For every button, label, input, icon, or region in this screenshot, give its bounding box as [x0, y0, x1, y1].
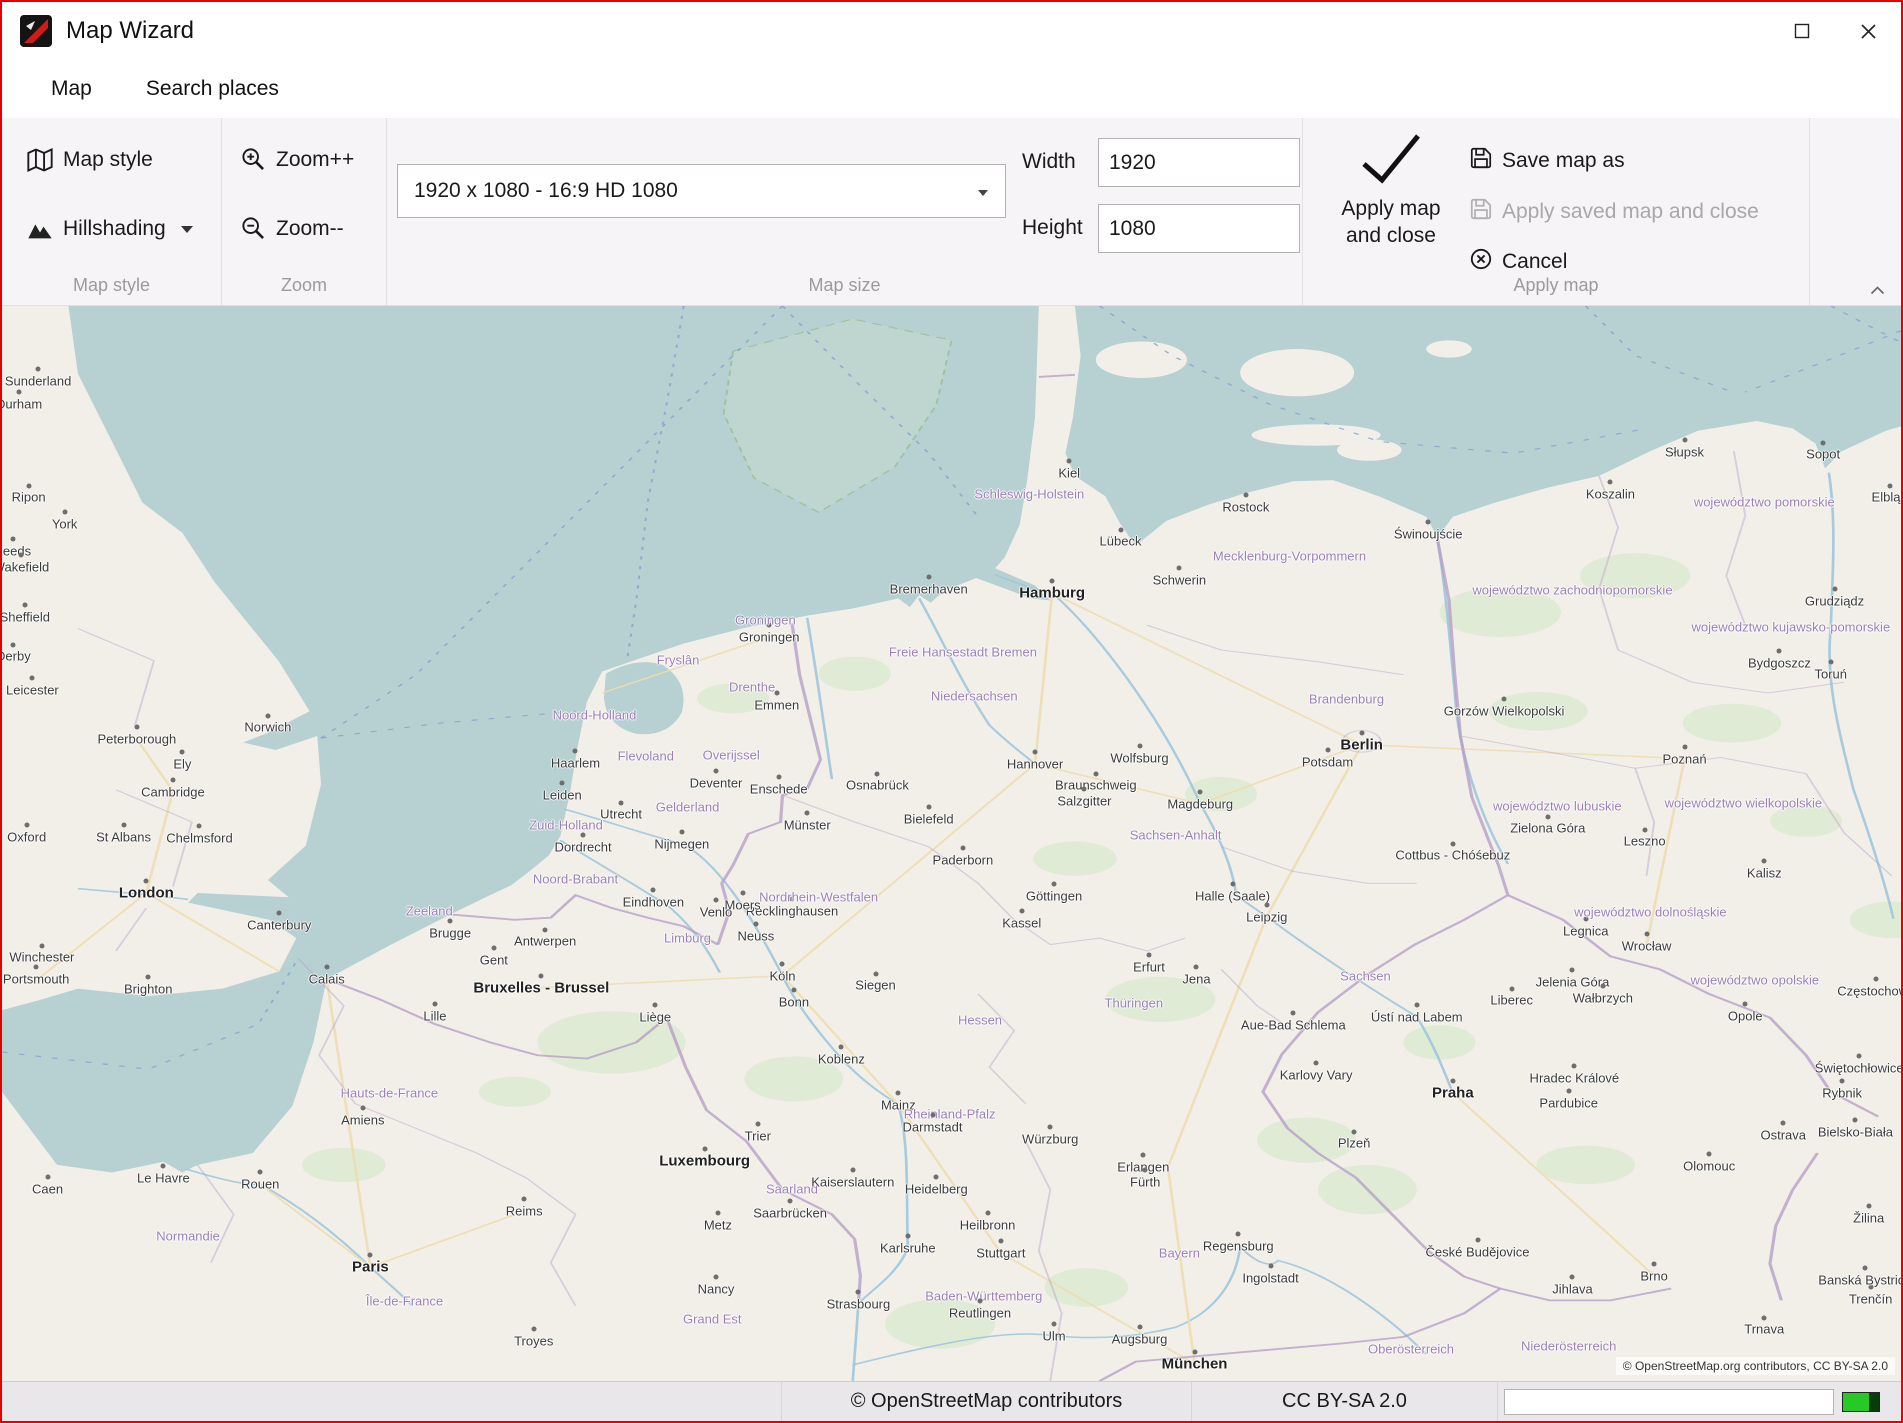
group-map-style: Map style Hillshading Map style — [2, 118, 222, 305]
group-label-map-style: Map style — [2, 275, 221, 296]
hillshading-button[interactable]: Hillshading — [26, 215, 193, 243]
width-input[interactable] — [1098, 138, 1300, 187]
status-license: CC BY-SA 2.0 — [1192, 1382, 1498, 1421]
hillshading-icon — [26, 215, 54, 243]
apply-saved-map-and-close-button[interactable]: Apply saved map and close — [1468, 196, 1759, 228]
apply-map-and-close-button[interactable]: Apply map and close — [1321, 130, 1461, 249]
height-label: Height — [1022, 216, 1083, 240]
title-bar: Map Wizard — [2, 2, 1901, 60]
window-title: Map Wizard — [66, 17, 194, 45]
group-label-map-size: Map size — [387, 275, 1302, 296]
map-size-preset-value: 1920 x 1080 - 16:9 HD 1080 — [414, 179, 678, 203]
status-spacer — [2, 1382, 782, 1421]
menu-bar: Map Search places — [2, 60, 1901, 118]
chevron-up-icon — [1870, 286, 1885, 295]
status-bar: © OpenStreetMap contributors CC BY-SA 2.… — [2, 1381, 1901, 1421]
map-wizard-window: Map Wizard Map Search places — [0, 0, 1903, 1423]
group-map-size: 1920 x 1080 - 16:9 HD 1080 Width Height … — [387, 118, 1303, 305]
zoom-out-button[interactable]: Zoom-- — [240, 215, 344, 242]
save-icon — [1468, 145, 1494, 177]
map-svg — [2, 306, 1901, 1381]
window-controls — [1769, 2, 1901, 60]
group-spacer — [1810, 118, 1901, 305]
close-icon — [1860, 23, 1877, 40]
maximize-button[interactable] — [1769, 2, 1835, 60]
progress-bar — [1504, 1389, 1834, 1415]
map-style-icon — [26, 146, 54, 174]
save-disabled-icon — [1468, 196, 1494, 228]
zoom-in-button[interactable]: Zoom++ — [240, 146, 354, 173]
hillshading-caret-icon — [181, 226, 193, 233]
group-apply-map: Apply map and close Save map as — [1303, 118, 1810, 305]
ribbon-collapse-button[interactable] — [1870, 286, 1885, 295]
save-map-as-button[interactable]: Save map as — [1468, 145, 1625, 177]
height-input[interactable] — [1098, 204, 1300, 253]
map-attribution: © OpenStreetMap.org contributors, CC BY-… — [1616, 1357, 1895, 1375]
ribbon: Map style Hillshading Map style — [2, 118, 1901, 306]
check-icon — [1356, 173, 1426, 190]
status-green-indicator — [1842, 1392, 1880, 1412]
map-canvas[interactable]: SunderlandDurhamRiponYorkLeedsWakefieldS… — [2, 306, 1901, 1381]
cancel-button[interactable]: Cancel — [1468, 246, 1567, 278]
maximize-icon — [1794, 23, 1810, 39]
zoom-in-icon — [240, 146, 267, 173]
status-attribution: © OpenStreetMap contributors — [782, 1382, 1192, 1421]
close-button[interactable] — [1835, 2, 1901, 60]
dropdown-caret-icon — [977, 179, 989, 203]
group-label-zoom: Zoom — [222, 275, 386, 296]
menu-item-search-places[interactable]: Search places — [146, 77, 279, 101]
app-icon — [20, 15, 52, 47]
map-size-preset-dropdown[interactable]: 1920 x 1080 - 16:9 HD 1080 — [397, 164, 1006, 218]
map-style-button[interactable]: Map style — [26, 146, 153, 174]
cancel-icon — [1468, 246, 1494, 278]
group-label-apply-map: Apply map — [1303, 275, 1809, 296]
zoom-out-icon — [240, 215, 267, 242]
group-zoom: Zoom++ Zoom-- Zoom — [222, 118, 387, 305]
width-label: Width — [1022, 150, 1076, 174]
menu-item-map[interactable]: Map — [51, 77, 92, 101]
